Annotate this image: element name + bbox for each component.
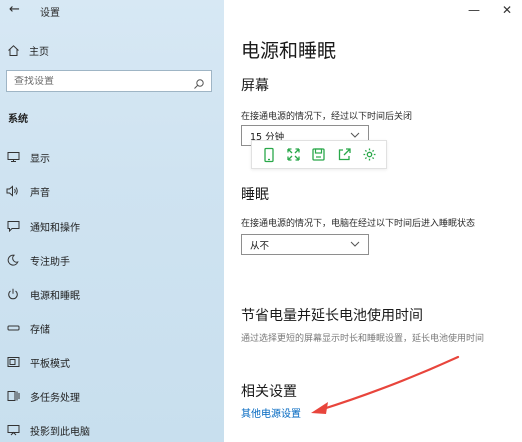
project-icon <box>6 423 20 437</box>
search-input[interactable] <box>7 75 187 87</box>
screen-heading: 屏幕 <box>241 78 269 94</box>
screen-description: 在接通电源的情况下，经过以下时间后关闭 <box>241 112 413 122</box>
sidebar-item-label: 平板模式 <box>30 358 70 370</box>
sidebar-item-label: 电源和睡眠 <box>30 290 80 302</box>
battery-description: 通过选择更短的屏幕显示时长和睡眠设置，延长电池使用时间 <box>241 334 485 344</box>
chevron-down-icon <box>350 239 360 249</box>
sidebar: ← 设置 主页 系统 显示 声音 通知和操作 专 <box>0 0 224 442</box>
sidebar-item-notifications[interactable]: 通知和操作 <box>0 215 224 237</box>
sidebar-item-multitasking[interactable]: 多任务处理 <box>0 385 224 407</box>
sidebar-item-focus-assist[interactable]: 专注助手 <box>0 249 224 271</box>
sleep-description: 在接通电源的情况下，电脑在经过以下时间后进入睡眠状态 <box>241 219 476 229</box>
tablet-icon <box>6 355 20 369</box>
sidebar-item-label: 投影到此电脑 <box>30 426 90 438</box>
sidebar-item-label: 通知和操作 <box>30 222 80 234</box>
back-arrow-icon[interactable]: ← <box>9 2 20 17</box>
additional-power-settings-link[interactable]: 其他电源设置 <box>241 405 301 420</box>
minimize-button[interactable]: — <box>468 3 480 17</box>
floating-toolbar <box>251 140 387 169</box>
sleep-timeout-select[interactable]: 从不 <box>241 234 369 255</box>
multitask-icon <box>6 389 20 403</box>
main-content: — ✕ 电源和睡眠 屏幕 在接通电源的情况下，经过以下时间后关闭 15 分钟 睡… <box>224 0 522 442</box>
sidebar-item-power-sleep[interactable]: 电源和睡眠 <box>0 283 224 305</box>
monitor-icon <box>6 150 20 164</box>
sidebar-item-sound[interactable]: 声音 <box>0 180 224 202</box>
sidebar-item-label: 存储 <box>30 324 50 336</box>
sidebar-item-label: 专注助手 <box>30 256 70 268</box>
sleep-timeout-value: 从不 <box>250 240 270 252</box>
sidebar-item-label: 声音 <box>30 187 50 199</box>
chevron-down-icon <box>350 130 360 140</box>
home-label: 主页 <box>29 46 49 58</box>
related-settings-heading: 相关设置 <box>241 384 297 400</box>
speaker-icon <box>6 184 20 198</box>
sidebar-item-tablet-mode[interactable]: 平板模式 <box>0 351 224 373</box>
home-link[interactable]: 主页 <box>6 41 49 59</box>
storage-icon <box>6 321 20 335</box>
sidebar-item-label: 多任务处理 <box>30 392 80 404</box>
section-system: 系统 <box>8 114 28 125</box>
title-bar: ← 设置 <box>0 0 224 22</box>
phone-icon[interactable] <box>260 146 278 164</box>
share-icon[interactable] <box>335 146 353 164</box>
close-button[interactable]: ✕ <box>502 3 512 17</box>
sleep-heading: 睡眠 <box>241 187 269 203</box>
save-icon[interactable] <box>310 146 328 164</box>
sidebar-item-label: 显示 <box>30 153 50 165</box>
expand-icon[interactable] <box>285 146 303 164</box>
moon-icon <box>6 253 20 267</box>
search-icon[interactable] <box>193 75 205 89</box>
page-title: 电源和睡眠 <box>241 40 337 62</box>
power-icon <box>6 287 20 301</box>
search-box[interactable] <box>6 70 212 92</box>
sidebar-item-storage[interactable]: 存储 <box>0 317 224 339</box>
settings-icon[interactable] <box>360 146 378 164</box>
home-icon <box>6 43 20 57</box>
app-title: 设置 <box>40 8 60 19</box>
battery-heading: 节省电量并延长电池使用时间 <box>241 308 423 324</box>
notification-icon <box>6 219 20 233</box>
sidebar-item-display[interactable]: 显示 <box>0 146 224 168</box>
sidebar-item-project-to-pc[interactable]: 投影到此电脑 <box>0 419 224 441</box>
window-controls: — ✕ <box>468 3 512 17</box>
